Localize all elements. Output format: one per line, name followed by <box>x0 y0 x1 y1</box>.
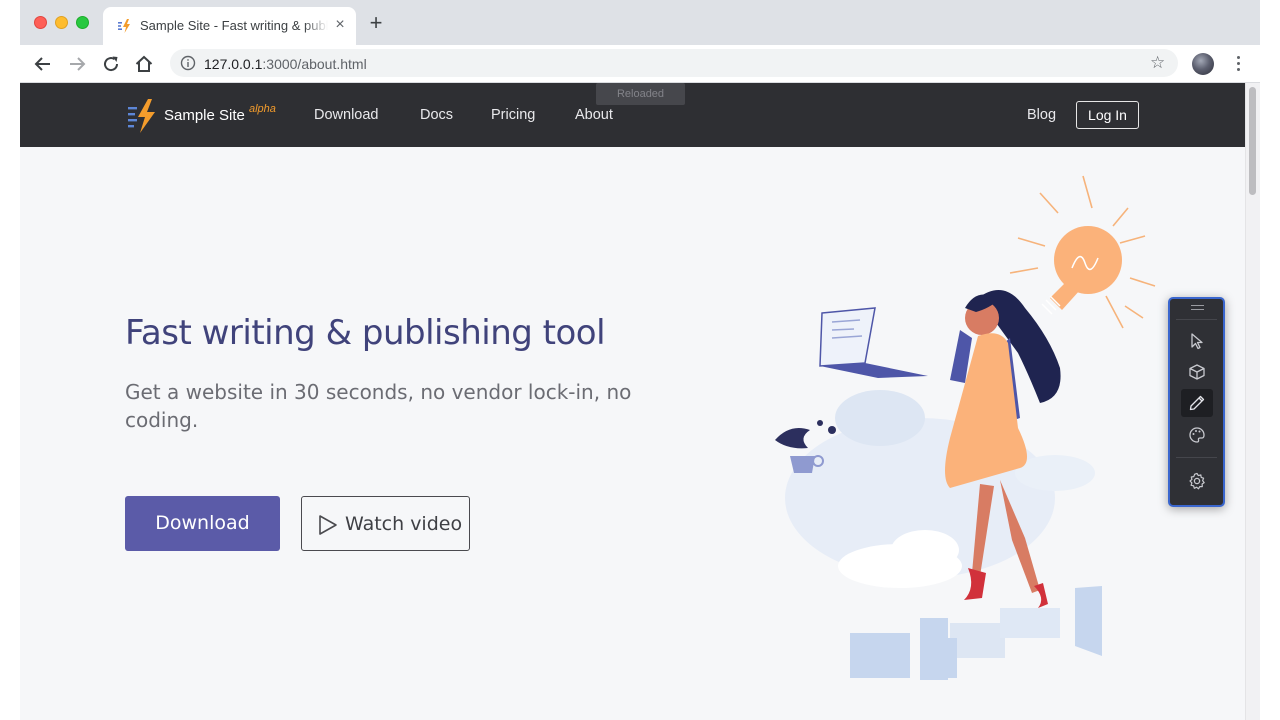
settings-tool-button[interactable] <box>1181 467 1213 495</box>
browser-tab[interactable]: Sample Site - Fast writing & publishing … <box>103 7 356 45</box>
page-scrollbar[interactable] <box>1245 83 1260 720</box>
tab-close-icon[interactable]: × <box>332 17 348 33</box>
address-bar[interactable]: 127.0.0.1:3000/about.html ☆ <box>170 49 1178 77</box>
forward-icon[interactable] <box>66 53 88 75</box>
play-icon <box>319 515 337 535</box>
gear-icon <box>1189 472 1205 490</box>
home-icon[interactable] <box>133 53 155 75</box>
nav-pricing[interactable]: Pricing <box>491 107 535 123</box>
browser-window: Sample Site - Fast writing & publishing … <box>20 0 1260 720</box>
nav-download[interactable]: Download <box>314 107 379 123</box>
scrollbar-thumb[interactable] <box>1249 87 1256 195</box>
nav-docs[interactable]: Docs <box>420 107 453 123</box>
alpha-badge: alpha <box>249 103 276 115</box>
pencil-icon <box>1189 395 1205 411</box>
bookmark-star-icon[interactable]: ☆ <box>1150 53 1165 73</box>
zoom-window-button[interactable] <box>76 16 89 29</box>
hero-subtitle: Get a website in 30 seconds, no vendor l… <box>125 380 632 432</box>
site-logo-text[interactable]: Sample Site <box>164 107 245 124</box>
close-window-button[interactable] <box>34 16 47 29</box>
watch-video-button[interactable]: Watch video <box>301 496 470 551</box>
cursor-icon <box>1191 333 1203 350</box>
nav-blog[interactable]: Blog <box>1027 107 1056 123</box>
panel-drag-handle[interactable] <box>1191 305 1204 310</box>
favicon-icon <box>118 19 130 33</box>
select-tool-button[interactable] <box>1181 327 1213 355</box>
login-button[interactable]: Log In <box>1076 101 1139 129</box>
site-navbar: Sample Site alpha Download Docs Pricing … <box>20 83 1260 147</box>
nav-about[interactable]: About <box>575 107 613 123</box>
hero-illustration <box>775 175 1156 680</box>
profile-avatar[interactable] <box>1192 53 1214 75</box>
style-tool-button[interactable] <box>1181 421 1213 449</box>
panel-divider <box>1176 319 1217 320</box>
reloaded-toast: Reloaded <box>596 83 685 105</box>
tab-strip: Sample Site - Fast writing & publishing … <box>20 0 1260 45</box>
component-tool-button[interactable] <box>1181 358 1213 386</box>
watch-video-label: Watch video <box>345 513 463 535</box>
browser-toolbar: 127.0.0.1:3000/about.html ☆ <box>20 45 1260 83</box>
new-tab-button[interactable]: + <box>366 12 386 34</box>
site-logo-icon[interactable] <box>128 99 158 133</box>
reload-icon[interactable] <box>100 53 122 75</box>
browser-menu-icon[interactable] <box>1232 54 1244 74</box>
palette-icon <box>1189 427 1205 443</box>
download-button[interactable]: Download <box>125 496 280 551</box>
tab-title: Sample Site - Fast writing & publishing … <box>140 18 328 33</box>
panel-divider <box>1176 457 1217 458</box>
minimize-window-button[interactable] <box>55 16 68 29</box>
info-icon[interactable] <box>180 55 196 71</box>
hero-title: Fast writing & publishing tool <box>125 313 606 353</box>
floating-tool-panel <box>1168 297 1225 507</box>
edit-tool-button[interactable] <box>1181 389 1213 417</box>
cube-icon <box>1189 364 1205 380</box>
url-text[interactable]: 127.0.0.1:3000/about.html <box>204 56 367 72</box>
back-icon[interactable] <box>32 53 54 75</box>
